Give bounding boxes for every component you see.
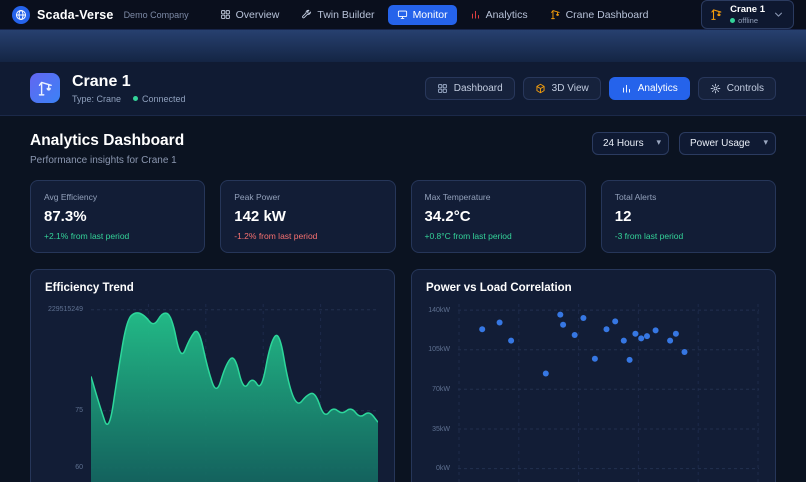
bar-chart-icon <box>621 83 632 94</box>
stat-card-avg-efficiency: Avg Efficiency 87.3% +2.1% from last per… <box>30 179 206 253</box>
chevron-down-icon <box>772 8 785 21</box>
device-name: Crane 1 <box>730 4 765 16</box>
controls-button[interactable]: Controls <box>697 76 776 100</box>
button-label: Controls <box>726 82 764 94</box>
stat-delta: +0.8°C from last period <box>424 230 512 241</box>
overview-icon <box>220 9 231 20</box>
brand: Scada-Verse Demo Company <box>12 5 189 24</box>
y-axis-label: 60 <box>75 464 83 472</box>
nav-item-crane-dashboard[interactable]: Crane Dashboard <box>541 5 658 25</box>
page-title: Analytics Dashboard <box>30 131 185 149</box>
chart-title: Power vs Load Correlation <box>426 281 572 294</box>
cube-icon <box>535 83 546 94</box>
efficiency-trend-card: Efficiency Trend 229515249 75 60 <box>30 268 395 482</box>
device-status: offline <box>730 16 765 25</box>
y-axis-label: 229515249 <box>47 306 83 314</box>
device-header: Crane 1 Type: Crane Connected Dashboard … <box>0 62 806 116</box>
bar-chart-icon <box>470 9 481 20</box>
stat-delta: +2.1% from last period <box>44 230 130 241</box>
nav-item-label: Twin Builder <box>317 8 375 21</box>
stat-delta: -3 from last period <box>614 230 684 241</box>
dashboard-button[interactable]: Dashboard <box>424 76 515 100</box>
y-axis-label: 75 <box>75 407 83 415</box>
top-navbar: Scada-Verse Demo Company Overview Twin B… <box>0 0 806 30</box>
main-content: Analytics Dashboard Performance insights… <box>0 116 806 482</box>
device-selector[interactable]: Crane 1 offline <box>701 0 794 29</box>
button-label: Dashboard <box>453 82 503 94</box>
nav-item-monitor[interactable]: Monitor <box>387 4 457 25</box>
status-dot <box>133 96 139 102</box>
page-subtitle: Performance insights for Crane 1 <box>30 154 177 166</box>
page-head: Analytics Dashboard Performance insights… <box>30 131 776 166</box>
stat-value: 34.2°C <box>424 207 471 225</box>
stat-value: 142 kW <box>234 207 286 225</box>
stat-card-peak-power: Peak Power 142 kW -1.2% from last period <box>220 179 396 253</box>
y-axis-label: 0kW <box>436 465 450 473</box>
stat-label: Peak Power <box>234 191 281 202</box>
device-title-block: Crane 1 Type: Crane Connected <box>72 73 186 104</box>
connection-label: Connected <box>142 93 186 104</box>
metric-select-wrap: Power Usage <box>679 131 776 155</box>
nav-item-twin-builder[interactable]: Twin Builder <box>292 5 383 25</box>
company-name: Demo Company <box>123 9 189 20</box>
y-axis-label: 105kW <box>428 346 450 354</box>
device-subtitle: Type: Crane Connected <box>72 94 186 104</box>
y-axis-label: 35kW <box>432 425 450 433</box>
stats-row: Avg Efficiency 87.3% +2.1% from last per… <box>30 179 776 253</box>
button-label: 3D View <box>551 82 589 94</box>
button-label: Analytics <box>637 82 678 94</box>
crane-icon <box>37 80 54 97</box>
chart-title: Efficiency Trend <box>45 281 134 294</box>
nav-item-overview[interactable]: Overview <box>211 5 289 25</box>
connection-status: Connected <box>133 94 186 104</box>
crane-icon <box>550 9 561 20</box>
power-load-correlation-plot: 140kW 105kW 70kW 35kW 0kW <box>426 303 761 482</box>
nav-item-label: Monitor <box>412 8 448 21</box>
grid-icon <box>437 83 448 94</box>
monitor-icon <box>397 9 408 20</box>
efficiency-trend-plot: 229515249 75 60 <box>45 303 380 482</box>
gear-icon <box>710 83 721 94</box>
y-axis-label: 70kW <box>432 385 450 393</box>
stat-value: 12 <box>614 207 632 225</box>
stat-card-max-temperature: Max Temperature 34.2°C +0.8°C from last … <box>410 179 586 253</box>
power-load-correlation-card: Power vs Load Correlation 140kW 105kW 70kW… <box>411 268 776 482</box>
device-status-label: offline <box>738 15 759 25</box>
stat-value: 87.3% <box>44 207 87 225</box>
device-type-label: Type: Crane <box>72 93 122 104</box>
nav-items: Overview Twin Builder Monitor Analytics … <box>211 4 696 25</box>
device-avatar <box>30 73 60 104</box>
time-range-select[interactable]: 24 Hours <box>592 131 669 155</box>
stat-label: Max Temperature <box>424 191 491 202</box>
nav-item-label: Crane Dashboard <box>565 8 649 21</box>
globe-icon <box>12 5 30 24</box>
wrench-icon <box>301 9 312 20</box>
brand-name: Scada-Verse <box>37 7 114 22</box>
stat-card-total-alerts: Total Alerts 12 -3 from last period <box>600 179 776 253</box>
page-title-block: Analytics Dashboard Performance insights… <box>30 132 184 166</box>
device-title: Crane 1 <box>72 73 131 90</box>
status-dot <box>730 17 736 23</box>
nav-item-analytics[interactable]: Analytics <box>461 5 537 25</box>
charts-row: Efficiency Trend 229515249 75 60 Power vs … <box>30 268 776 482</box>
device-view-buttons: Dashboard 3D View Analytics Controls <box>424 76 776 100</box>
metric-select[interactable]: Power Usage <box>679 131 776 155</box>
stat-delta: -1.2% from last period <box>234 230 318 241</box>
threed-view-button[interactable]: 3D View <box>522 76 601 100</box>
stat-label: Total Alerts <box>614 191 657 202</box>
analytics-button[interactable]: Analytics <box>608 76 690 100</box>
device-selector-text: Crane 1 offline <box>730 4 765 25</box>
nav-item-label: Overview <box>235 8 280 21</box>
stat-label: Avg Efficiency <box>44 191 98 202</box>
filters: 24 Hours Power Usage <box>592 131 776 155</box>
y-axis-label: 140kW <box>428 306 450 314</box>
nav-item-label: Analytics <box>485 8 528 21</box>
crane-icon <box>710 8 723 21</box>
time-range-select-wrap: 24 Hours <box>592 131 669 155</box>
hero-band <box>0 30 806 62</box>
